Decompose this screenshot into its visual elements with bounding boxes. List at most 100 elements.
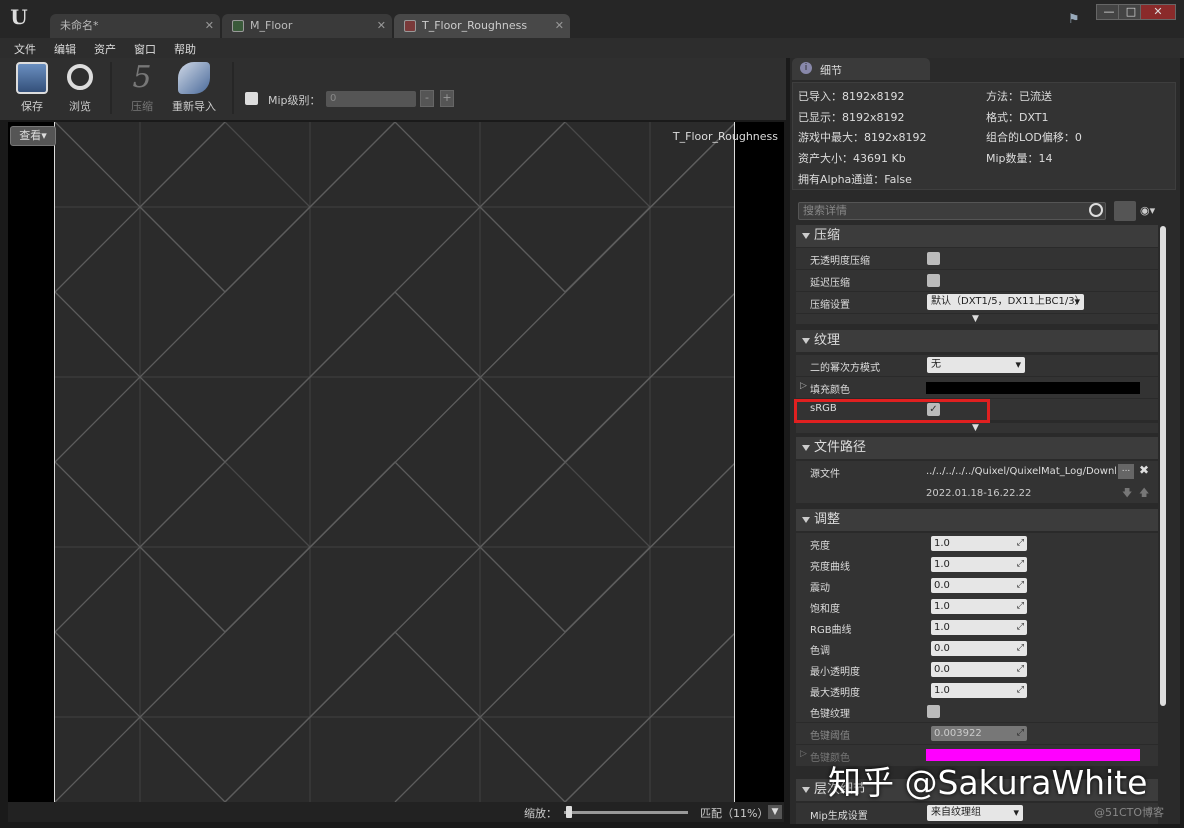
padding-color-swatch[interactable] bbox=[926, 382, 1140, 394]
prop-adjust-row: 饱和度 1.0 bbox=[796, 596, 1158, 617]
visibility-eye-icon[interactable]: ◉▾ bbox=[1140, 204, 1170, 218]
zhihu-watermark: 知乎 @SakuraWhite bbox=[828, 763, 1148, 802]
no-alpha-checkbox[interactable] bbox=[927, 252, 940, 265]
power-of-two-dropdown[interactable]: 无 bbox=[927, 357, 1025, 373]
menu-file[interactable]: 文件 bbox=[14, 41, 36, 57]
mip-level-input[interactable]: 0 bbox=[326, 91, 416, 107]
texture-icon bbox=[404, 20, 416, 32]
details-tab-label: 细节 bbox=[820, 64, 842, 77]
section-texture[interactable]: 纹理 bbox=[796, 330, 1158, 352]
search-details-input[interactable]: 搜索详情 bbox=[798, 202, 1106, 220]
collapse-arrow-icon[interactable]: ▷ bbox=[800, 749, 807, 759]
adjust-value-input[interactable]: 0.0 bbox=[931, 662, 1027, 677]
info-has-alpha: 拥有Alpha通道：False bbox=[798, 173, 912, 186]
expand-arrow-icon[interactable]: ▼ bbox=[972, 314, 979, 324]
help-icon[interactable]: ⚑ bbox=[1068, 12, 1086, 30]
adjust-value-input[interactable]: 1.0 bbox=[931, 599, 1027, 614]
prop-chroma-key-texture: 色键纹理 bbox=[796, 701, 1158, 722]
mip-checkbox[interactable] bbox=[245, 92, 258, 105]
menu-help[interactable]: 帮助 bbox=[174, 41, 196, 57]
compression-settings-dropdown[interactable]: 默认（DXT1/5，DX11上BC1/3） bbox=[927, 294, 1085, 310]
tab-label: 未命名* bbox=[60, 19, 99, 32]
clear-file-icon[interactable]: ✖ bbox=[1139, 463, 1149, 477]
zoom-dropdown-button[interactable]: ▼ bbox=[768, 805, 782, 819]
section-file-path[interactable]: 文件路径 bbox=[796, 437, 1158, 459]
toolbar-separator bbox=[110, 62, 112, 114]
zoom-slider-thumb[interactable] bbox=[566, 806, 573, 818]
details-scrollbar[interactable] bbox=[1160, 226, 1166, 706]
expand-row[interactable]: ▼ bbox=[796, 314, 1158, 324]
menu-asset[interactable]: 资产 bbox=[94, 41, 116, 57]
prop-label: 饱和度 bbox=[810, 604, 840, 615]
tab-untitled[interactable]: 未命名* ✕ bbox=[50, 14, 220, 38]
tab-label: T_Floor_Roughness bbox=[422, 19, 528, 32]
prop-label: Mip生成设置 bbox=[810, 811, 868, 822]
section-compression[interactable]: 压缩 bbox=[796, 225, 1158, 247]
adjust-value-input[interactable]: 1.0 bbox=[931, 683, 1027, 698]
menu-window[interactable]: 窗口 bbox=[134, 41, 156, 57]
info-imported: 已导入：8192x8192 bbox=[798, 90, 905, 103]
material-icon bbox=[232, 20, 244, 32]
prop-adjust-row: 最小透明度 0.0 bbox=[796, 659, 1158, 680]
prop-label: 色调 bbox=[810, 646, 830, 657]
view-menu-button[interactable]: 查看▾ bbox=[10, 126, 56, 146]
prop-adjust-row: 亮度 1.0 bbox=[796, 533, 1158, 554]
texture-name-label: T_Floor_Roughness bbox=[672, 130, 778, 143]
menu-edit[interactable]: 编辑 bbox=[54, 41, 76, 57]
tab-m-floor[interactable]: M_Floor ✕ bbox=[222, 14, 392, 38]
mip-minus-button[interactable]: - bbox=[420, 90, 434, 107]
magnifier-icon bbox=[67, 64, 93, 90]
close-icon[interactable]: ✕ bbox=[377, 14, 386, 38]
close-icon[interactable]: ✕ bbox=[205, 14, 214, 38]
prop-label: 延迟压缩 bbox=[810, 278, 850, 289]
collapse-arrow-icon[interactable]: ▷ bbox=[800, 381, 807, 391]
defer-checkbox[interactable] bbox=[927, 274, 940, 287]
prop-label: 无透明度压缩 bbox=[810, 256, 870, 267]
adjust-value-input[interactable]: 1.0 bbox=[931, 536, 1027, 551]
info-format: 格式：DXT1 bbox=[986, 111, 1049, 124]
prop-label: 压缩设置 bbox=[810, 300, 850, 311]
prop-defer-compression: 延迟压缩 bbox=[796, 270, 1158, 291]
close-icon[interactable]: ✕ bbox=[555, 14, 564, 38]
adjust-value-input[interactable]: 0.0 bbox=[931, 578, 1027, 593]
chroma-threshold-input[interactable]: 0.003922 bbox=[931, 726, 1027, 741]
download-arrow-icon[interactable]: 🡇 bbox=[1122, 486, 1132, 503]
grid-view-icon[interactable] bbox=[1114, 201, 1136, 221]
reimport-icon bbox=[178, 62, 210, 94]
prop-padding-color: ▷ 填充颜色 bbox=[796, 377, 1158, 398]
upload-arrow-icon[interactable]: 🡅 bbox=[1139, 486, 1149, 503]
chroma-key-checkbox[interactable] bbox=[927, 705, 940, 718]
zoom-label: 缩放： bbox=[524, 807, 557, 820]
mip-plus-button[interactable]: + bbox=[440, 90, 454, 107]
tab-t-floor-roughness[interactable]: T_Floor_Roughness ✕ bbox=[394, 14, 570, 38]
unreal-logo-icon[interactable]: U bbox=[6, 4, 32, 30]
section-adjustments[interactable]: 调整 bbox=[796, 509, 1158, 531]
reimport-button[interactable]: 重新导入 bbox=[166, 62, 222, 114]
browse-button[interactable]: 浏览 bbox=[56, 62, 104, 114]
reimport-label: 重新导入 bbox=[172, 100, 216, 113]
details-tab[interactable]: i 细节 bbox=[792, 58, 930, 80]
adjust-value-input[interactable]: 0.0 bbox=[931, 641, 1027, 656]
prop-label: 亮度曲线 bbox=[810, 562, 850, 573]
adjust-value-input[interactable]: 1.0 bbox=[931, 557, 1027, 572]
prop-chroma-threshold: 色键阈值 0.003922 bbox=[796, 723, 1158, 744]
prop-adjust-row: 色调 0.0 bbox=[796, 638, 1158, 659]
info-max-ingame: 游戏中最大：8192x8192 bbox=[798, 131, 927, 144]
expand-row[interactable]: ▼ bbox=[796, 423, 1158, 433]
search-icon[interactable] bbox=[1089, 203, 1103, 217]
compress-button[interactable]: 5 压缩 bbox=[118, 62, 166, 114]
prop-adjust-row: RGB曲线 1.0 bbox=[796, 617, 1158, 638]
expand-arrow-icon[interactable]: ▼ bbox=[972, 423, 979, 433]
zoom-slider-track[interactable] bbox=[564, 811, 688, 814]
prop-label: 源文件 bbox=[810, 469, 840, 480]
close-window-button[interactable]: ✕ bbox=[1140, 4, 1176, 20]
save-button[interactable]: 保存 bbox=[8, 62, 56, 114]
mip-gen-dropdown[interactable]: 来自纹理组 bbox=[927, 805, 1023, 821]
toolbar-separator bbox=[232, 62, 234, 114]
adjust-value-input[interactable]: 1.0 bbox=[931, 620, 1027, 635]
browse-file-button[interactable]: ... bbox=[1118, 464, 1134, 479]
tab-label: M_Floor bbox=[250, 19, 293, 32]
prop-source-file: 源文件 ../../../../../Quixel/QuixelMat_Log/… bbox=[796, 461, 1158, 503]
browse-label: 浏览 bbox=[69, 100, 91, 113]
info-resource-size: 资产大小：43691 Kb bbox=[798, 152, 906, 165]
